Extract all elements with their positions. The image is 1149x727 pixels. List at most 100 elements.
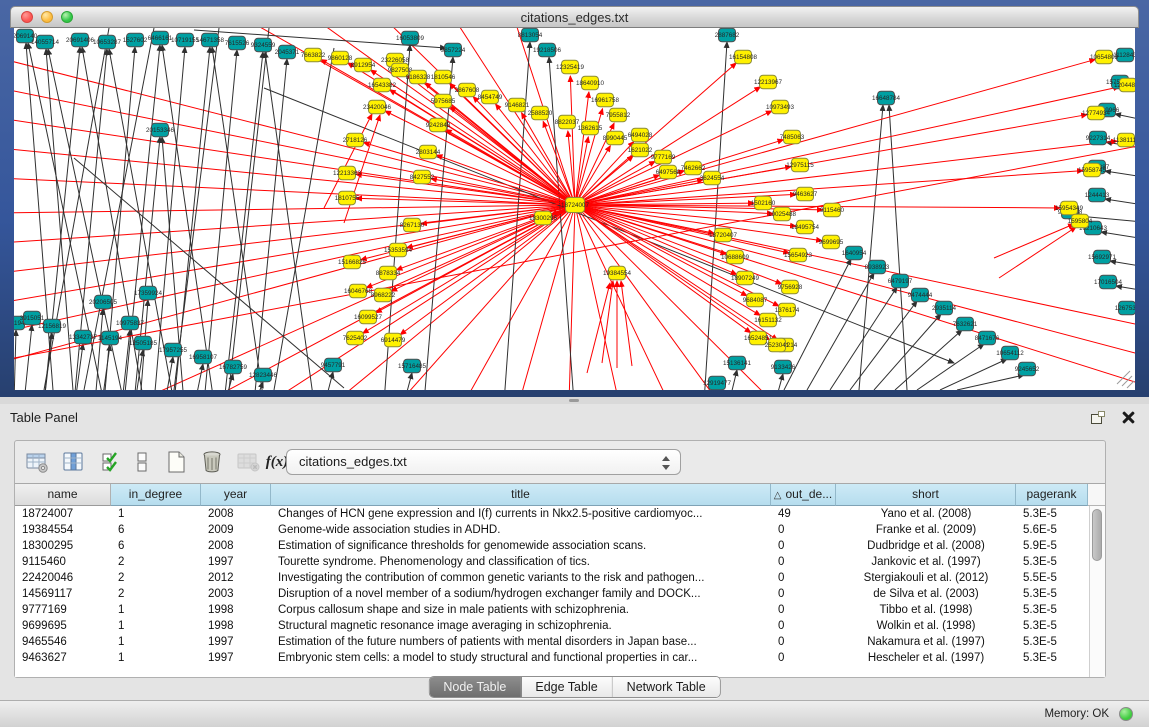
- graph-node[interactable]: 12325419: [556, 60, 585, 74]
- citation-network-graph[interactable]: 2069140140557142069140610653287152760264…: [14, 28, 1135, 390]
- black-edge[interactable]: [174, 28, 219, 390]
- red-edge-ray[interactable]: [14, 178, 575, 205]
- graph-node[interactable]: 10653287: [93, 35, 122, 49]
- tab-node-table[interactable]: Node Table: [429, 677, 521, 697]
- black-edge[interactable]: [24, 325, 32, 390]
- graph-node[interactable]: 15353594: [384, 243, 413, 257]
- red-edge-ray[interactable]: [14, 205, 575, 333]
- graph-node[interactable]: 9860128: [328, 51, 353, 65]
- graph-node[interactable]: 8938923: [865, 260, 890, 274]
- graph-node[interactable]: 9684087: [743, 293, 768, 307]
- red-edge-ray[interactable]: [575, 205, 1135, 358]
- graph-node[interactable]: 12213967: [754, 75, 783, 89]
- black-edge[interactable]: [14, 330, 16, 390]
- graph-node[interactable]: 1621022: [628, 143, 653, 157]
- graph-node[interactable]: 12505185: [129, 336, 158, 350]
- table-row[interactable]: 969969511998Structural magnetic resonanc…: [15, 618, 1089, 634]
- graph-node[interactable]: 19218506: [533, 43, 562, 57]
- black-edge[interactable]: [830, 287, 897, 390]
- column-header-title[interactable]: title: [271, 484, 771, 506]
- hub-spoke-edge[interactable]: [575, 92, 589, 205]
- red-edge-ray[interactable]: [569, 205, 575, 390]
- row-cells-icon[interactable]: [128, 448, 156, 476]
- column-header-out-de-[interactable]: △out_de...: [771, 484, 836, 506]
- graph-node[interactable]: 8990445: [603, 131, 628, 145]
- network-window-frame[interactable]: citations_edges.txt 20691401405571420691…: [0, 0, 1149, 397]
- table-row[interactable]: 911546021997Tourette syndrome. Phenomeno…: [15, 554, 1089, 570]
- graph-node[interactable]: 18720407: [709, 228, 738, 242]
- graph-node[interactable]: 15136141: [723, 356, 752, 370]
- red-edge[interactable]: [621, 281, 632, 366]
- black-edge[interactable]: [850, 301, 917, 390]
- black-edge[interactable]: [224, 52, 263, 390]
- float-panel-icon[interactable]: [1091, 411, 1105, 424]
- graph-node[interactable]: 16154808: [729, 50, 758, 64]
- network-view-canvas[interactable]: 2069140140557142069140610653287152760264…: [14, 28, 1135, 390]
- table-row[interactable]: 977716911998Corpus callosum shape and si…: [15, 602, 1089, 618]
- graph-node[interactable]: 20691406: [66, 33, 95, 47]
- red-edge-ray[interactable]: [14, 205, 575, 213]
- window-titlebar[interactable]: citations_edges.txt: [10, 6, 1139, 28]
- column-header-short[interactable]: short: [836, 484, 1016, 506]
- graph-node[interactable]: 12919477: [703, 376, 732, 390]
- graph-node[interactable]: 16543382: [368, 78, 397, 92]
- graph-node[interactable]: 16648784: [872, 91, 901, 105]
- tab-network-table[interactable]: Network Table: [613, 677, 720, 697]
- graph-node[interactable]: 9115460: [820, 203, 845, 217]
- graph-node[interactable]: 2935114: [932, 301, 957, 315]
- graph-node[interactable]: 9699695: [819, 235, 844, 249]
- hub-spoke-edge[interactable]: [575, 171, 1083, 205]
- delete-table-icon[interactable]: [198, 448, 226, 476]
- graph-node[interactable]: 18640910: [576, 76, 605, 90]
- graph-node[interactable]: 9133426: [771, 360, 796, 374]
- graph-node[interactable]: 10654112: [996, 346, 1024, 360]
- show-columns-icon[interactable]: [59, 448, 87, 476]
- graph-node[interactable]: 8267130: [400, 218, 425, 232]
- graph-node[interactable]: 12213363: [333, 166, 362, 180]
- red-edge[interactable]: [999, 227, 1076, 278]
- graph-node[interactable]: 1810755: [335, 191, 360, 205]
- graph-node[interactable]: 1362615: [578, 121, 603, 135]
- import-table-disabled-icon[interactable]: [234, 448, 262, 476]
- table-row[interactable]: 2242004622012Investigating the contribut…: [15, 570, 1089, 586]
- black-edge[interactable]: [1115, 114, 1135, 124]
- graph-node[interactable]: 9857224: [441, 43, 466, 57]
- table-selector-dropdown[interactable]: citations_edges.txt: [286, 449, 681, 475]
- graph-node[interactable]: 8427552: [410, 170, 435, 184]
- graph-node[interactable]: 6466161: [148, 31, 173, 45]
- graph-node[interactable]: 18495754: [791, 220, 820, 234]
- graph-node[interactable]: 1145194: [98, 331, 123, 345]
- graph-node[interactable]: 16782759: [219, 360, 248, 374]
- graph-node[interactable]: 2887682: [715, 28, 740, 42]
- graph-node[interactable]: 9245652: [1015, 362, 1040, 376]
- graph-node[interactable]: 8822037: [555, 115, 580, 129]
- graph-node[interactable]: 2718126: [343, 133, 368, 147]
- table-row[interactable]: 946362711997Embryonic stem cells: a mode…: [15, 650, 1089, 666]
- select-rows-icon[interactable]: [97, 448, 125, 476]
- table-row[interactable]: 1938455462009Genome-wide association stu…: [15, 522, 1089, 538]
- graph-node[interactable]: 10975837: [116, 316, 145, 330]
- graph-node[interactable]: 1244413: [1085, 188, 1110, 202]
- graph-node[interactable]: 7955812: [606, 108, 631, 122]
- black-edge[interactable]: [404, 373, 412, 390]
- graph-node[interactable]: 2867608: [455, 83, 480, 97]
- graph-node[interactable]: 8813054: [518, 28, 543, 42]
- graph-node[interactable]: 8878334: [376, 266, 401, 280]
- graph-node[interactable]: 6914479: [381, 333, 406, 347]
- black-edge[interactable]: [775, 374, 783, 390]
- hub-spoke-edge[interactable]: [575, 59, 1095, 205]
- graph-node[interactable]: 9777169: [651, 150, 676, 164]
- graph-node[interactable]: 16046768: [344, 284, 373, 298]
- graph-node[interactable]: 8471676: [975, 331, 1000, 345]
- column-header-year[interactable]: year: [201, 484, 271, 506]
- graph-node[interactable]: 19384554: [603, 266, 632, 280]
- graph-node[interactable]: 9474444: [908, 288, 933, 302]
- black-edge[interactable]: [1105, 171, 1135, 180]
- table-row[interactable]: 1456911722003Disruption of a novel membe…: [15, 586, 1089, 602]
- graph-node[interactable]: 16961758: [591, 93, 620, 107]
- graph-node[interactable]: 14671358: [196, 33, 225, 47]
- black-edge[interactable]: [704, 42, 727, 390]
- hub-spoke-edge[interactable]: [436, 155, 575, 205]
- graph-node[interactable]: 8454749: [478, 90, 503, 104]
- red-edge-ray[interactable]: [464, 205, 575, 390]
